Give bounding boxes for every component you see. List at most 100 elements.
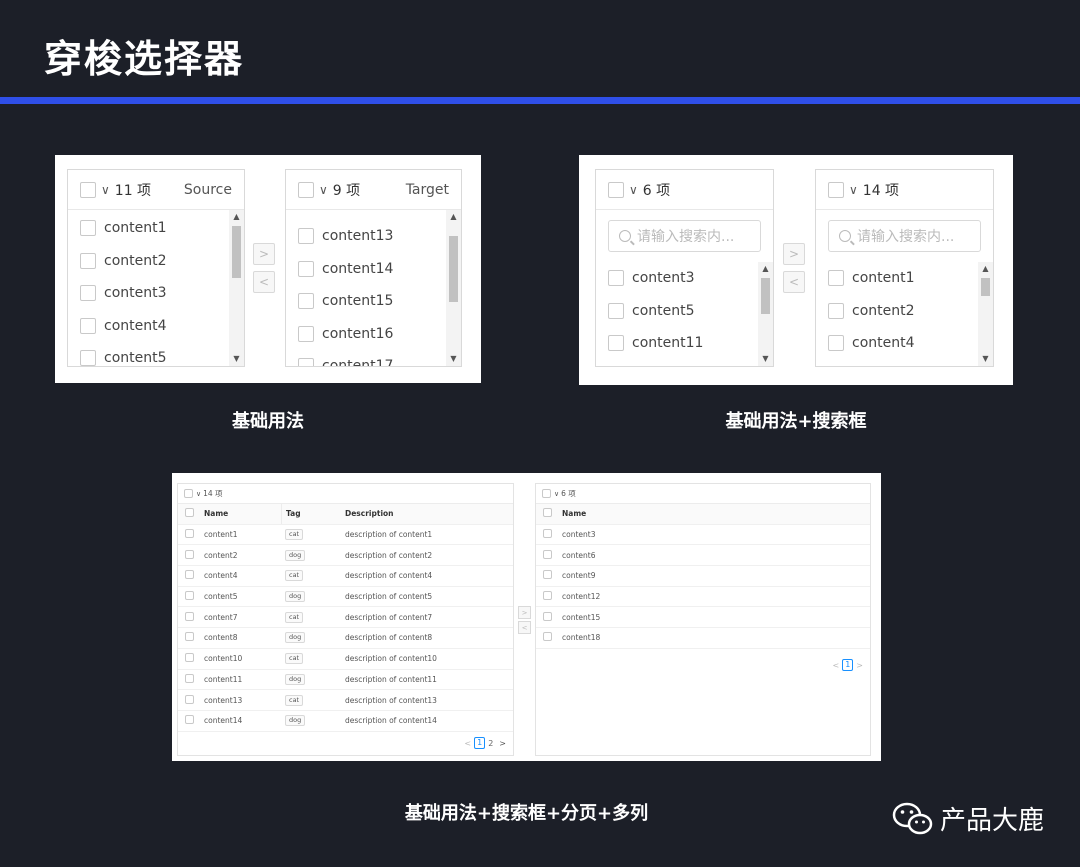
move-right-button[interactable]: > [783,243,805,265]
table-row[interactable]: content18 [536,628,870,649]
scrollbar[interactable]: ▲ ▼ [229,210,244,366]
row-checkbox[interactable] [543,591,552,601]
scrollbar[interactable]: ▲ ▼ [758,262,773,366]
select-all-checkbox[interactable] [184,489,193,498]
scroll-down-icon[interactable]: ▼ [446,352,461,366]
list-item[interactable]: content13 [286,220,461,253]
list-item[interactable]: content15 [286,285,461,318]
row-checkbox[interactable] [185,673,194,683]
table-row[interactable]: content9 [536,566,870,587]
select-all-checkbox[interactable] [542,489,551,498]
scroll-down-icon[interactable]: ▼ [978,352,993,366]
table-row[interactable]: content8 dog description of content8 [178,628,513,649]
item-checkbox[interactable] [80,350,96,366]
scroll-thumb[interactable] [449,236,458,302]
list-item[interactable]: content4 [68,310,244,343]
table-row[interactable]: content4 cat description of content4 [178,566,513,587]
item-checkbox[interactable] [828,302,844,319]
table-row[interactable]: content13 cat description of content13 [178,690,513,711]
list-item[interactable]: content4 [816,327,993,360]
list-item[interactable]: content16 [286,318,461,351]
row-checkbox[interactable] [543,570,552,580]
item-checkbox[interactable] [298,228,314,245]
select-all-checkbox[interactable] [608,181,624,198]
search-input[interactable]: 请输入搜索内... [608,220,761,252]
select-all-checkbox[interactable] [80,181,96,198]
chevron-down-icon[interactable]: ∨ [629,183,638,197]
scroll-thumb[interactable] [232,226,241,278]
chevron-down-icon[interactable]: ∨ [196,490,201,498]
item-checkbox[interactable] [828,335,844,352]
row-checkbox[interactable] [185,611,194,621]
page-1-button[interactable]: 1 [842,659,854,671]
next-page-button[interactable]: > [853,661,866,670]
chevron-down-icon[interactable]: ∨ [554,490,559,498]
item-checkbox[interactable] [298,293,314,310]
item-checkbox[interactable] [608,335,624,352]
scroll-down-icon[interactable]: ▼ [229,352,244,366]
table-row[interactable]: content2 dog description of content2 [178,545,513,567]
table-row[interactable]: content1 cat description of content1 [178,525,513,546]
scroll-down-icon[interactable]: ▼ [758,352,773,366]
row-checkbox[interactable] [185,570,194,580]
select-all-checkbox[interactable] [298,181,314,198]
list-item[interactable]: content14 [286,253,461,286]
scroll-up-icon[interactable]: ▲ [978,262,993,276]
select-all-checkbox[interactable] [828,181,844,198]
item-checkbox[interactable] [80,252,96,269]
list-item[interactable]: content11 [596,327,773,360]
list-item[interactable]: content2 [68,245,244,278]
list-item[interactable]: content1 [816,262,993,295]
scroll-thumb[interactable] [761,278,770,314]
list-item[interactable]: content3 [68,277,244,310]
table-row[interactable]: content7 cat description of content7 [178,607,513,629]
move-left-button[interactable]: < [518,621,531,634]
move-left-button[interactable]: < [253,271,275,293]
row-checkbox[interactable] [543,549,552,559]
table-row[interactable]: content10 cat description of content10 [178,649,513,670]
scrollbar[interactable]: ▲ ▼ [978,262,993,366]
row-checkbox[interactable] [185,529,194,539]
table-row[interactable]: content5 dog description of content5 [178,587,513,608]
chevron-down-icon[interactable]: ∨ [849,183,858,197]
next-page-button[interactable]: > [496,739,509,748]
list-item[interactable]: content1 [68,212,244,245]
list-item[interactable]: content2 [816,295,993,328]
row-checkbox[interactable] [185,694,194,704]
list-item[interactable]: content17 [286,350,461,366]
table-row[interactable]: content3 [536,525,870,546]
prev-page-button[interactable]: < [461,739,474,748]
item-checkbox[interactable] [828,270,844,287]
row-checkbox[interactable] [543,632,552,642]
table-row[interactable]: content15 [536,607,870,629]
chevron-down-icon[interactable]: ∨ [319,183,328,197]
item-checkbox[interactable] [298,358,314,366]
table-row[interactable]: content12 [536,587,870,608]
header-checkbox[interactable] [543,508,552,518]
row-checkbox[interactable] [185,715,194,725]
row-checkbox[interactable] [185,591,194,601]
move-right-button[interactable]: > [253,243,275,265]
item-checkbox[interactable] [608,270,624,287]
page-1-button[interactable]: 1 [474,737,486,749]
search-input[interactable]: 请输入搜索内... [828,220,981,252]
scrollbar[interactable]: ▲ ▼ [446,210,461,366]
item-checkbox[interactable] [298,260,314,277]
scroll-thumb[interactable] [981,278,990,296]
scroll-up-icon[interactable]: ▲ [446,210,461,224]
item-checkbox[interactable] [298,325,314,342]
list-item[interactable]: content5 [596,295,773,328]
move-left-button[interactable]: < [783,271,805,293]
item-checkbox[interactable] [608,302,624,319]
table-row[interactable]: content6 [536,545,870,567]
header-checkbox[interactable] [185,508,194,518]
prev-page-button[interactable]: < [830,661,843,670]
row-checkbox[interactable] [185,653,194,663]
item-checkbox[interactable] [80,285,96,302]
item-checkbox[interactable] [80,220,96,237]
list-item[interactable]: content3 [596,262,773,295]
list-item[interactable]: content5 [68,342,244,366]
page-2-button[interactable]: 2 [485,739,496,748]
row-checkbox[interactable] [185,549,194,559]
scroll-up-icon[interactable]: ▲ [229,210,244,224]
